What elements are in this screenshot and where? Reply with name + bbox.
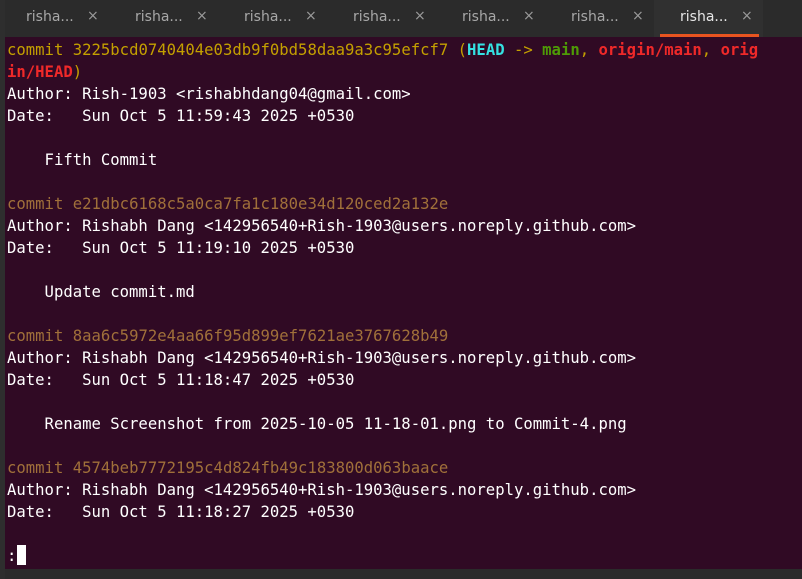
terminal-tab-5[interactable]: risha... × — [436, 0, 545, 37]
commit-line: commit 4574beb7772195c4d824fb49c183800d0… — [7, 457, 802, 479]
close-icon[interactable]: × — [632, 8, 644, 24]
close-icon[interactable]: × — [87, 8, 99, 24]
commit-keyword: commit — [7, 459, 64, 477]
commit-hash: e21dbc6168c5a0ca7fa1c180e34d120ced2a132e — [72, 195, 449, 213]
author-line: Author: Rish-1903 <rishabhdang04@gmail.c… — [7, 85, 411, 103]
tab-label: risha... — [462, 9, 510, 25]
close-icon[interactable]: × — [741, 8, 753, 24]
terminal-output[interactable]: commit 3225bcd0740404e03db9f0bd58daa9a3c… — [5, 37, 802, 569]
commit-message: Update commit.md — [7, 283, 195, 301]
ref-remote-main: origin/main — [598, 41, 702, 59]
commit-line: commit e21dbc6168c5a0ca7fa1c180e34d120ce… — [7, 193, 802, 215]
pager-prompt[interactable]: : — [7, 545, 802, 567]
commit-keyword: commit — [7, 195, 64, 213]
left-window-edge — [0, 0, 5, 579]
ref-arrow: -> — [504, 41, 543, 59]
terminal-tab-4[interactable]: risha... × — [327, 0, 436, 37]
tab-label: risha... — [571, 9, 619, 25]
tab-label: risha... — [135, 9, 183, 25]
pager-colon: : — [7, 547, 17, 565]
commit-message: Fifth Commit — [7, 151, 158, 169]
ref-head: HEAD — [467, 41, 505, 59]
ref-separator: , — [701, 41, 721, 59]
tab-label: risha... — [26, 9, 74, 25]
commit-hash: 8aa6c5972e4aa66f95d899ef7621ae3767628b49 — [72, 327, 449, 345]
ref-close-paren: ) — [72, 63, 83, 81]
terminal-tab-7-active[interactable]: risha... × — [654, 0, 763, 37]
terminal-tab-1[interactable]: risha... × — [0, 0, 109, 37]
author-line: Author: Rishabh Dang <142956540+Rish-190… — [7, 217, 637, 235]
author-line: Author: Rishabh Dang <142956540+Rish-190… — [7, 481, 637, 499]
terminal-tab-2[interactable]: risha... × — [109, 0, 218, 37]
ref-remote-head: orig — [720, 41, 759, 59]
commit-message: Rename Screenshot from 2025-10-05 11-18-… — [7, 415, 627, 433]
ref-branch-main: main — [542, 41, 580, 59]
ref-separator: , — [579, 41, 599, 59]
commit-line-wrap: in/HEAD) — [7, 61, 802, 83]
date-line: Date: Sun Oct 5 11:18:27 2025 +0530 — [7, 503, 355, 521]
close-icon[interactable]: × — [196, 8, 208, 24]
commit-keyword: commit — [7, 327, 64, 345]
close-icon[interactable]: × — [414, 8, 426, 24]
commit-keyword: commit — [7, 41, 64, 59]
window-bottom-edge — [0, 569, 802, 579]
commit-line: commit 8aa6c5972e4aa66f95d899ef7621ae376… — [7, 325, 802, 347]
close-icon[interactable]: × — [305, 8, 317, 24]
terminal-tab-3[interactable]: risha... × — [218, 0, 327, 37]
tab-label: risha... — [244, 9, 292, 25]
commit-hash: 4574beb7772195c4d824fb49c183800d063baace — [72, 459, 449, 477]
date-line: Date: Sun Oct 5 11:19:10 2025 +0530 — [7, 239, 355, 257]
date-line: Date: Sun Oct 5 11:18:47 2025 +0530 — [7, 371, 355, 389]
tab-label: risha... — [680, 9, 728, 25]
ref-open-paren: ( — [448, 41, 468, 59]
date-line: Date: Sun Oct 5 11:59:43 2025 +0530 — [7, 107, 355, 125]
commit-line: commit 3225bcd0740404e03db9f0bd58daa9a3c… — [7, 39, 802, 61]
close-icon[interactable]: × — [523, 8, 535, 24]
ref-remote-head-wrap: in/HEAD — [7, 63, 73, 81]
terminal-tab-bar: risha... × risha... × risha... × risha..… — [0, 0, 802, 37]
commit-hash: 3225bcd0740404e03db9f0bd58daa9a3c95efcf7 — [72, 41, 449, 59]
author-line: Author: Rishabh Dang <142956540+Rish-190… — [7, 349, 637, 367]
tab-label: risha... — [353, 9, 401, 25]
text-cursor — [17, 545, 27, 565]
terminal-tab-6[interactable]: risha... × — [545, 0, 654, 37]
